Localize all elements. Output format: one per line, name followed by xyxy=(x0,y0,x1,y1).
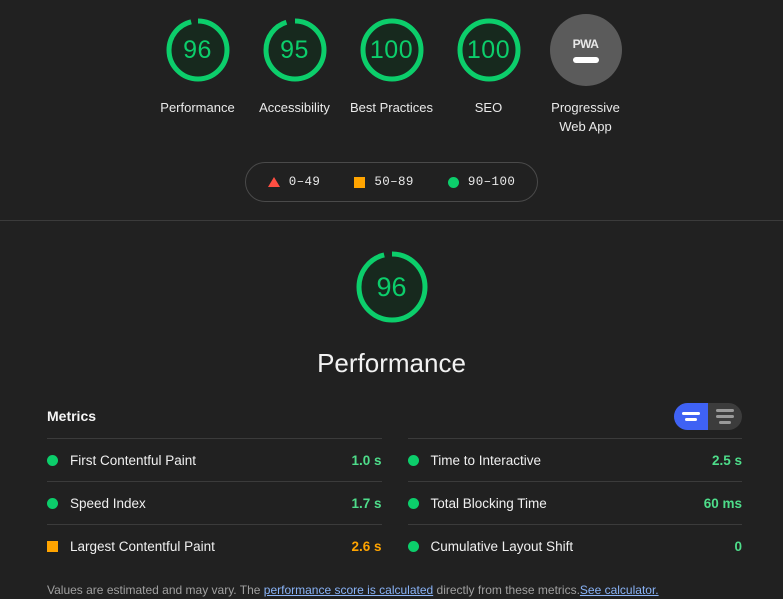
gauge-accessibility[interactable]: 95 Accessibility xyxy=(246,14,343,117)
metric-value: 1.0 s xyxy=(351,452,382,468)
category-gauge: 96 xyxy=(351,246,433,328)
metrics-disclaimer: Values are estimated and may vary. The p… xyxy=(0,581,783,599)
circle-icon xyxy=(47,497,58,509)
bar-icon xyxy=(716,414,734,418)
see-calculator-link[interactable]: See calculator. xyxy=(580,583,659,597)
legend-item-average: 50–89 xyxy=(354,175,414,189)
gauge-dial: 100 xyxy=(453,14,525,86)
metric-value: 1.7 s xyxy=(351,495,382,511)
disclaimer-text-part2: directly from these metrics. xyxy=(433,583,580,597)
table-row[interactable]: Total Blocking Time 60 ms xyxy=(407,481,742,524)
metrics-column-right: Time to Interactive 2.5 s Total Blocking… xyxy=(407,438,742,567)
lighthouse-report: 96 Performance 95 Accessibility 100 Best… xyxy=(0,0,783,597)
gauge-score: 95 xyxy=(280,35,309,64)
metrics-title: Metrics xyxy=(47,408,97,424)
gauge-label: Progressive Web App xyxy=(551,100,620,134)
metrics-view-toggle[interactable] xyxy=(674,402,742,430)
table-row[interactable]: Time to Interactive 2.5 s xyxy=(407,438,742,481)
toggle-expanded-view-button[interactable] xyxy=(708,403,742,430)
gauge-progressive-web-app[interactable]: PWA Progressive Web App xyxy=(537,14,634,136)
circle-icon xyxy=(407,454,419,466)
pwa-dash-icon xyxy=(572,57,599,63)
gauge-label: Accessibility xyxy=(259,100,330,115)
metrics-columns: First Contentful Paint 1.0 s Speed Index… xyxy=(47,438,742,567)
gauge-dial: 96 xyxy=(162,14,234,86)
score-legend-row: 0–49 50–89 90–100 xyxy=(0,162,783,202)
gauge-score: 100 xyxy=(466,35,511,64)
gauge-dial: 100 xyxy=(356,14,428,86)
gauge-list: 96 Performance 95 Accessibility 100 Best… xyxy=(0,14,783,136)
gauge-label: Best Practices xyxy=(349,100,434,115)
table-row[interactable]: Speed Index 1.7 s xyxy=(47,481,382,524)
gauge-score: 100 xyxy=(369,35,414,64)
circle-icon xyxy=(407,497,419,509)
bar-icon xyxy=(716,408,734,412)
gauge-performance[interactable]: 96 Performance xyxy=(149,14,246,117)
legend-item-fail: 0–49 xyxy=(267,175,321,189)
metric-value: 2.6 s xyxy=(351,538,382,554)
metric-name: Largest Contentful Paint xyxy=(70,538,215,554)
metric-value: 0 xyxy=(734,538,742,554)
toggle-simple-view-button[interactable] xyxy=(674,402,708,430)
category-score: 96 xyxy=(376,271,407,302)
gauge-score: 96 xyxy=(183,35,212,64)
metric-name: Total Blocking Time xyxy=(430,495,547,511)
gauge-label: Performance xyxy=(160,100,235,115)
metric-value: 2.5 s xyxy=(711,452,742,468)
metric-name: First Contentful Paint xyxy=(70,452,197,468)
square-icon xyxy=(47,540,58,552)
gauge-best-practices[interactable]: 100 Best Practices xyxy=(343,14,440,117)
score-legend: 0–49 50–89 90–100 xyxy=(244,162,539,202)
triangle-icon xyxy=(267,177,280,187)
legend-item-pass: 90–100 xyxy=(447,175,516,189)
bar-icon xyxy=(682,411,700,415)
performance-category-section: 96 Performance xyxy=(0,221,783,379)
pwa-badge-icon: PWA xyxy=(549,14,622,86)
legend-range: 0–49 xyxy=(288,175,321,189)
pwa-wordmark: PWA xyxy=(572,37,599,51)
square-icon xyxy=(354,176,366,188)
metric-name: Time to Interactive xyxy=(430,452,542,468)
metric-value: 60 ms xyxy=(703,495,742,511)
metrics-block: Metrics First Contentful Paint 1.0 s Spe… xyxy=(0,402,783,567)
circle-icon xyxy=(407,540,419,552)
category-title: Performance xyxy=(317,348,466,378)
gauge-dial: 95 xyxy=(259,14,331,86)
circle-icon xyxy=(447,176,459,188)
table-row[interactable]: First Contentful Paint 1.0 s xyxy=(47,438,382,481)
gauge-label: SEO xyxy=(474,100,503,115)
bar-icon xyxy=(685,417,697,421)
gauge-seo[interactable]: 100 SEO xyxy=(440,14,537,117)
performance-score-calculated-link[interactable]: performance score is calculated xyxy=(264,583,433,597)
bar-icon xyxy=(719,420,731,424)
legend-range: 50–89 xyxy=(374,175,414,189)
legend-range: 90–100 xyxy=(467,175,516,189)
metric-name: Cumulative Layout Shift xyxy=(430,538,574,554)
metric-name: Speed Index xyxy=(70,495,146,511)
metrics-column-left: First Contentful Paint 1.0 s Speed Index… xyxy=(47,438,382,567)
table-row[interactable]: Largest Contentful Paint 2.6 s xyxy=(47,524,382,567)
scores-section: 96 Performance 95 Accessibility 100 Best… xyxy=(0,0,783,221)
metrics-header: Metrics xyxy=(47,402,742,430)
disclaimer-text-part1: Values are estimated and may vary. The xyxy=(47,583,264,597)
circle-icon xyxy=(47,454,58,466)
table-row[interactable]: Cumulative Layout Shift 0 xyxy=(407,524,742,567)
